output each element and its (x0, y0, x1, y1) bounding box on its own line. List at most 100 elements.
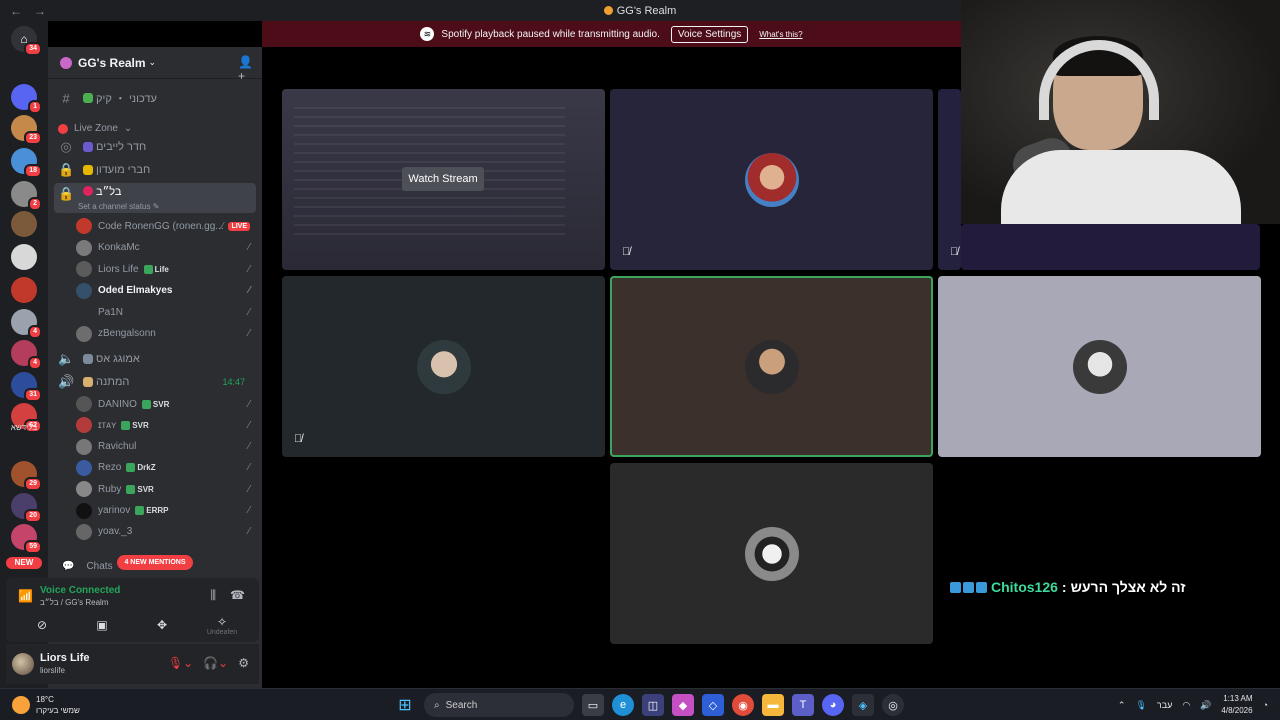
category-live-zone[interactable]: Live Zone ⌄ (58, 123, 132, 134)
voice-channel-path[interactable]: בל״ב / GG's Realm (40, 598, 108, 607)
tag-icon (126, 484, 136, 494)
drill-emoji-icon (83, 354, 93, 364)
invite-user-icon[interactable]: 👤+ (238, 55, 253, 83)
discord-icon[interactable]: ◕ (822, 694, 844, 716)
participant-tile[interactable]: 🎙̸ (610, 89, 933, 270)
server-icon[interactable] (11, 244, 37, 270)
wifi-icon[interactable]: ◠ (1182, 700, 1190, 711)
voice-user[interactable]: Liors Life Life ⁄ (76, 259, 256, 279)
server-icon[interactable]: 29 (11, 461, 42, 491)
noise-suppression-icon[interactable]: ⫼ (211, 588, 217, 603)
voice-user[interactable]: ɪᴛᴀʏ SVR ⁄ (76, 415, 256, 435)
hourglass-emoji-icon (83, 377, 93, 387)
settings-gear-icon[interactable]: ⚙ (238, 656, 249, 670)
user-name: KonkaMc (98, 242, 140, 253)
user-status-icons: ⁄ (248, 441, 250, 452)
clock[interactable]: 1:13 AM 4/8/2026 (1221, 693, 1252, 717)
headphones-deafened-icon[interactable]: 🎧⌄ (203, 656, 228, 670)
voice-settings-button[interactable]: Voice Settings (670, 25, 749, 43)
server-icon[interactable]: 1 (11, 84, 42, 114)
new-mentions-pill[interactable]: 4 NEW MENTIONS (117, 555, 193, 570)
volume-icon[interactable]: 🔊 (1200, 700, 1211, 711)
obs-icon[interactable]: ◎ (882, 694, 904, 716)
store-icon[interactable]: ◫ (642, 694, 664, 716)
share-screen-button[interactable]: ▣ (72, 614, 132, 636)
signal-icon[interactable]: 📶 (18, 589, 33, 603)
back-arrow-icon[interactable]: ← (10, 4, 22, 18)
mic-muted-icon: ⁄ (248, 441, 250, 453)
channel-chats[interactable]: 💬 Chats (62, 561, 113, 572)
set-channel-status[interactable]: Set a channel status ✎ (78, 202, 159, 211)
app-diamond-icon[interactable]: ◈ (852, 694, 874, 716)
edge-icon[interactable]: e (612, 694, 634, 716)
file-explorer-icon[interactable]: ▬ (762, 694, 784, 716)
chrome-icon[interactable]: ◉ (732, 694, 754, 716)
voice-user[interactable]: Code RonenGG (ronen.gg... ⁄ LIVE (76, 216, 256, 236)
server-icon[interactable]: 4 (11, 309, 42, 339)
server-icon[interactable]: 20 (11, 493, 42, 523)
voice-user[interactable]: KonkaMc ⁄ (76, 238, 256, 258)
stream-tile[interactable]: Watch Stream (282, 89, 605, 270)
avatar (76, 523, 92, 540)
ms365-icon[interactable]: ◇ (702, 694, 724, 716)
chevron-up-icon[interactable]: ⌃ (1118, 700, 1126, 711)
voice-status[interactable]: Voice Connected (40, 585, 120, 596)
server-icon[interactable]: 23 (11, 115, 42, 145)
whats-this-link[interactable]: What's this? (759, 30, 802, 39)
channel-members-club[interactable]: 🔒 חברי מועדון (54, 160, 256, 180)
forward-arrow-icon[interactable]: → (34, 4, 46, 18)
channel-updates[interactable]: # עדכוני ・ קיק (54, 88, 256, 108)
direct-messages-icon[interactable]: ⌂ 34 (11, 26, 42, 56)
soundboard-button[interactable]: ✧ Undeafen (192, 614, 252, 636)
server-icon[interactable]: 2 (11, 181, 42, 211)
chat-separator: : (1061, 579, 1067, 595)
channel-live-room[interactable]: ◎ חדר לייבים (54, 137, 256, 157)
task-view-icon[interactable]: ▭ (582, 694, 604, 716)
teams-icon[interactable]: T (792, 694, 814, 716)
server-icon[interactable]: 31 (11, 372, 42, 402)
weather-widget[interactable]: 18°C שמשי בעיקרו (12, 694, 80, 716)
activities-button[interactable]: ✥ (132, 614, 192, 636)
new-badge[interactable]: NEW (6, 557, 42, 569)
user-display-name[interactable]: Liors Life (40, 652, 90, 664)
channel-waiting[interactable]: 🔊 המתנה 14:47 (54, 372, 256, 392)
chevron-down-icon: ⌄ (148, 57, 157, 67)
disconnect-icon[interactable]: ☎ (230, 588, 245, 603)
voice-user[interactable]: Pa1N ⁄ (76, 302, 256, 322)
notifications-icon[interactable]: ◔ (1263, 700, 1268, 710)
server-icon[interactable]: 18 (11, 148, 42, 178)
microphone-icon[interactable]: 🎙 (1135, 700, 1146, 711)
search-box[interactable]: ⌕ Search (424, 693, 574, 717)
watch-stream-button[interactable]: Watch Stream (402, 167, 484, 191)
channel-amog[interactable]: 🔈 אמוגג אס (54, 349, 256, 369)
avatar (76, 481, 92, 498)
voice-user[interactable]: Ruby SVR ⁄ (76, 479, 256, 499)
participant-tile-speaking[interactable] (610, 276, 933, 457)
mic-muted-icon: ⁄ (248, 483, 250, 495)
windows-start-icon[interactable]: ⊞ (394, 694, 416, 716)
participant-tile[interactable]: 🎙̸ (282, 276, 605, 457)
clock-time: 1:13 AM (1223, 694, 1253, 703)
channel-label: חברי מועדון (96, 164, 151, 176)
server-icon[interactable]: 59 (11, 524, 42, 554)
language-indicator[interactable]: עבר (1157, 700, 1172, 710)
camera-off-button[interactable]: ⊘ (12, 614, 72, 636)
participant-tile[interactable] (938, 276, 1261, 457)
voice-user[interactable]: DANINO SVR ⁄ (76, 394, 256, 414)
voice-user[interactable]: Oded Elmakyes ⁄ (76, 281, 256, 301)
server-icon[interactable] (11, 211, 37, 237)
copilot-icon[interactable]: ◆ (672, 694, 694, 716)
participant-tile[interactable]: 🎙̸ (938, 89, 961, 270)
user-status-icons: ⁄ (248, 285, 250, 296)
voice-user[interactable]: Rezo DrkZ ⁄ (76, 458, 256, 478)
server-icon[interactable]: 4 (11, 340, 42, 370)
avatar[interactable] (12, 653, 34, 675)
mic-muted-icon[interactable]: 🎙⌄ (168, 656, 193, 670)
participant-tile[interactable] (610, 463, 933, 644)
voice-user[interactable]: Ravichul ⁄ (76, 437, 256, 457)
voice-user[interactable]: zBengalsonn ⁄ (76, 324, 256, 344)
voice-user[interactable]: yarinov ERRP ⁄ (76, 501, 256, 521)
server-icon[interactable] (11, 277, 37, 303)
server-header[interactable]: GG's Realm ⌄ 👤+ (48, 47, 262, 83)
voice-user[interactable]: yoav._3 ⁄ (76, 522, 256, 542)
